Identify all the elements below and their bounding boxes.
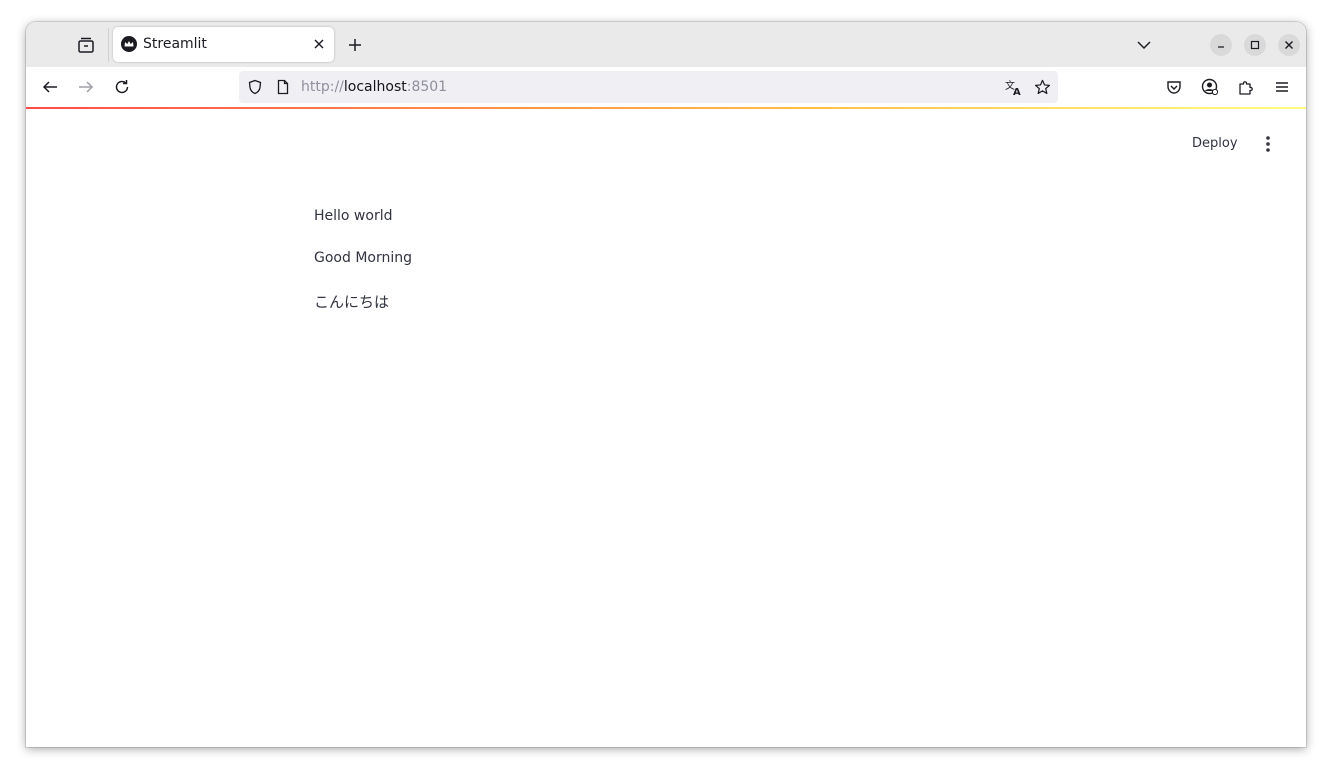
back-button[interactable] [38,75,62,99]
minimize-button[interactable] [1210,34,1232,56]
chevron-down-icon [1137,41,1151,50]
text-line: Good Morning [314,250,412,266]
pocket-button[interactable] [1162,75,1186,99]
account-icon [1201,78,1219,96]
url-scheme: http:// [301,79,344,95]
tab-manager-icon [78,37,94,53]
tab-strip: Streamlit [26,22,1306,67]
extensions-button[interactable] [1234,75,1258,99]
bookmark-button[interactable] [1030,75,1054,99]
browser-window: Streamlit http://localhost:8501 文 A Depl… [26,22,1306,747]
star-icon [1034,79,1050,94]
minimize-icon [1218,46,1224,48]
url-text[interactable]: http://localhost:8501 [301,79,447,95]
main-menu-button[interactable] [1258,133,1278,155]
pocket-icon [1167,81,1181,94]
page-icon [277,79,289,95]
tab-title: Streamlit [143,36,207,52]
translate-button[interactable]: 文 A [1002,75,1026,99]
account-button[interactable] [1198,75,1222,99]
translate-icon: 文 A [1005,79,1021,96]
reload-icon [115,80,129,94]
kebab-menu-icon [1266,136,1270,152]
streamlit-app-content: Deploy Hello world Good Morning こんにちは [26,109,1306,747]
close-tab-button[interactable] [310,35,328,53]
text-line: Hello world [314,208,393,224]
hamburger-menu-icon [1276,82,1288,92]
tab-streamlit[interactable]: Streamlit [113,27,334,62]
page-info-button[interactable] [271,75,295,99]
url-host: localhost [343,79,407,95]
close-icon [1285,41,1293,49]
close-window-button[interactable] [1278,34,1300,56]
puzzle-icon [1239,81,1253,95]
text-line: こんにちは [314,293,390,311]
maximize-button[interactable] [1244,34,1266,56]
address-bar[interactable]: http://localhost:8501 文 A [239,71,1058,103]
plus-icon [349,39,361,51]
tab-manager-button[interactable] [74,33,98,57]
tracking-protection-button[interactable] [243,75,267,99]
close-icon [314,39,324,49]
back-arrow-icon [42,81,57,93]
shield-icon [248,79,262,95]
maximize-icon [1250,40,1260,50]
forward-arrow-icon [79,81,94,93]
forward-button[interactable] [74,75,98,99]
tab-separator [108,28,109,62]
app-menu-button[interactable] [1270,75,1294,99]
list-all-tabs-button[interactable] [1133,34,1155,56]
url-port: :8501 [406,79,448,95]
deploy-button[interactable]: Deploy [1192,136,1238,151]
new-tab-button[interactable] [344,34,366,56]
svg-text:A: A [1013,87,1021,96]
navigation-toolbar: http://localhost:8501 文 A [26,67,1306,107]
reload-button[interactable] [110,75,134,99]
streamlit-crown-icon [121,36,137,52]
